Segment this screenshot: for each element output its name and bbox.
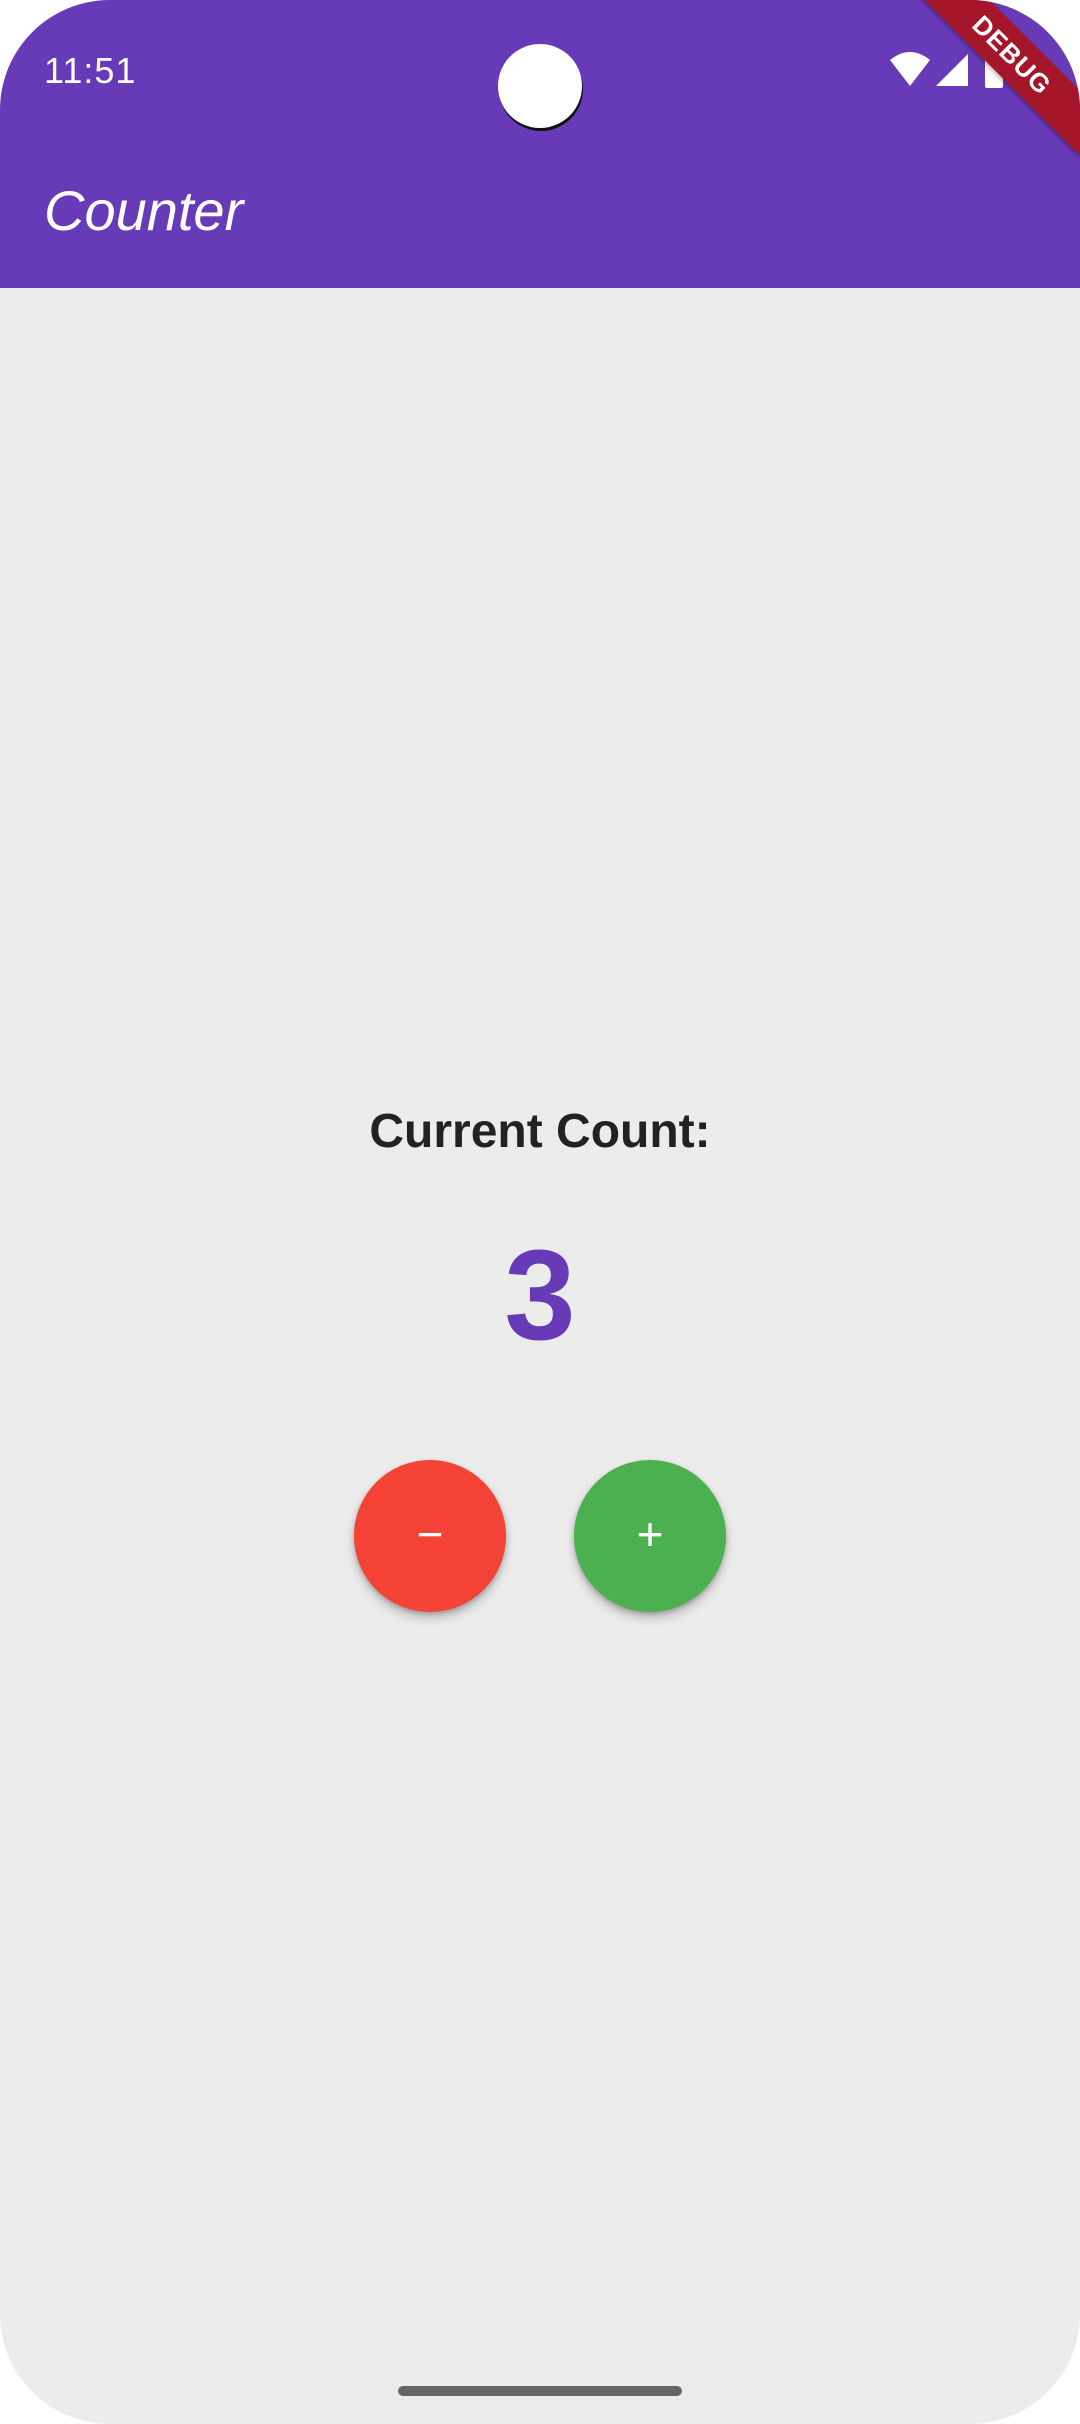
signal-icon bbox=[932, 50, 972, 90]
wifi-icon bbox=[888, 50, 932, 90]
count-value: 3 bbox=[504, 1224, 576, 1367]
decrement-button[interactable]: − bbox=[354, 1460, 506, 1612]
count-label: Current Count: bbox=[369, 1105, 711, 1158]
phone-screen: 11:51 Counter DEBUG Current Count: 3 − + bbox=[0, 0, 1080, 2424]
app-title: Counter bbox=[44, 179, 244, 242]
app-header: 11:51 Counter DEBUG bbox=[0, 0, 1080, 288]
plus-icon: + bbox=[636, 1508, 664, 1560]
camera-cutout bbox=[498, 44, 582, 128]
minus-icon: − bbox=[416, 1508, 444, 1560]
home-indicator[interactable] bbox=[398, 2386, 682, 2396]
increment-button[interactable]: + bbox=[574, 1460, 726, 1612]
status-time: 11:51 bbox=[44, 50, 137, 91]
